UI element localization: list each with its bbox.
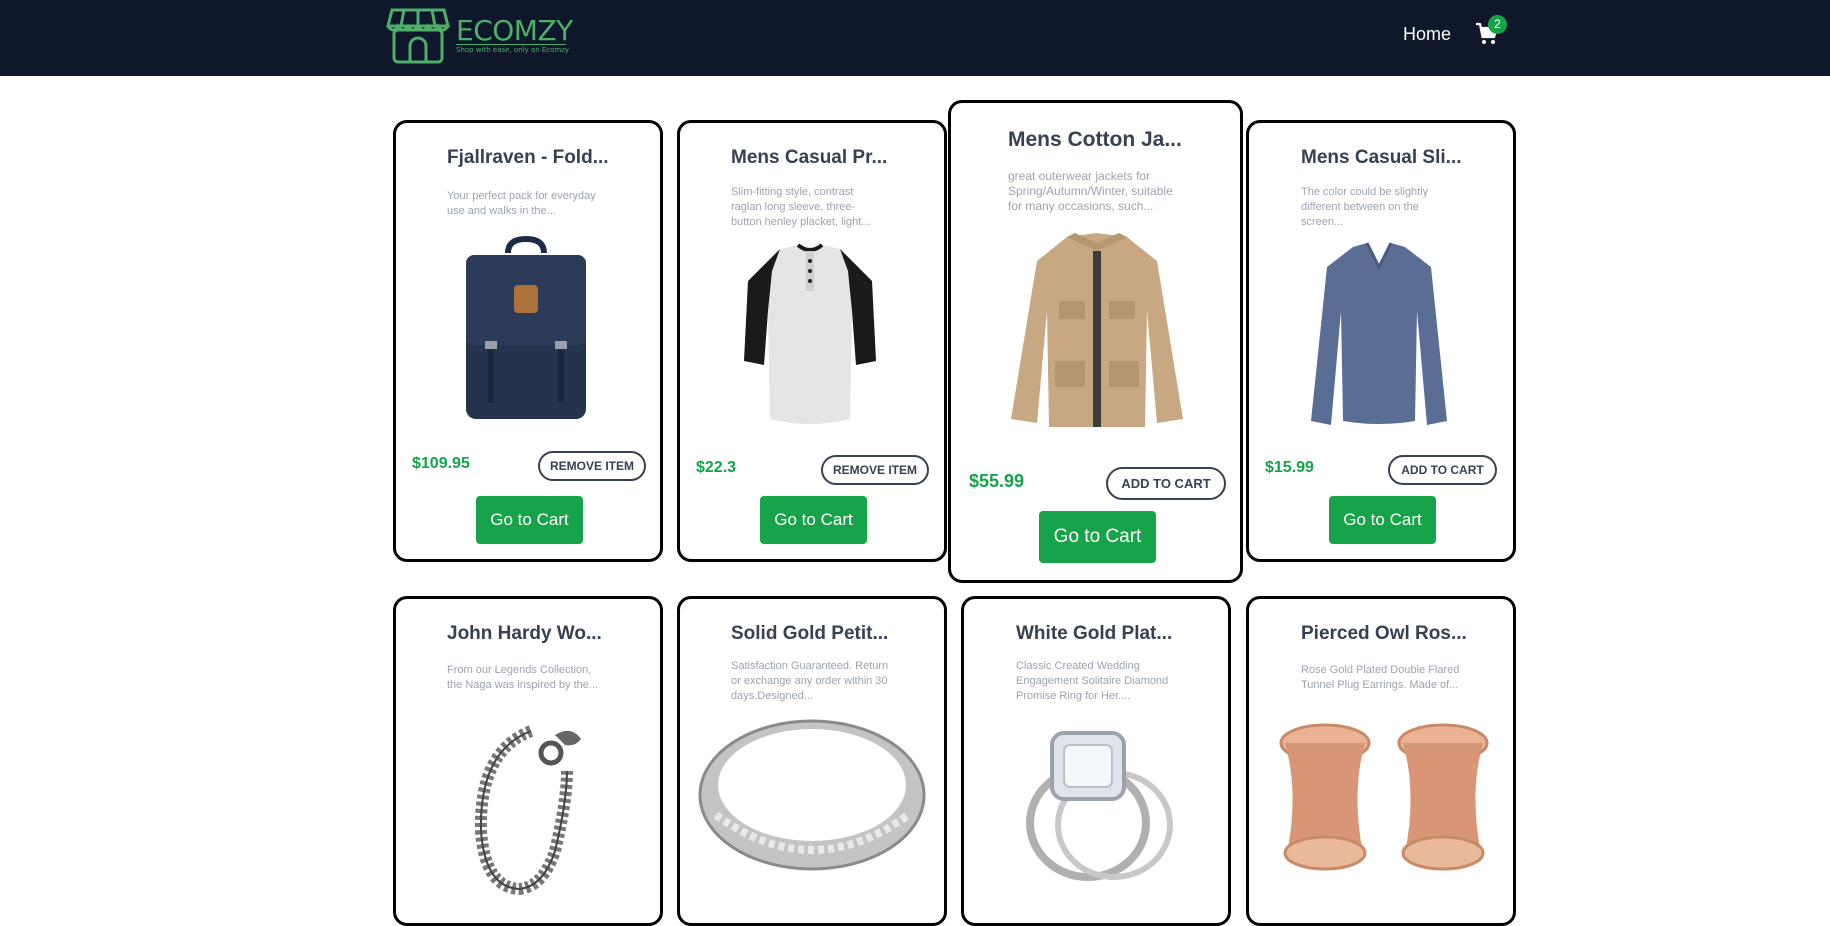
- logo-underline: [456, 44, 566, 45]
- product-description: Satisfaction Guaranteed. Return or excha…: [731, 660, 889, 702]
- product-description: Rose Gold Plated Double Flared Tunnel Pl…: [1301, 664, 1460, 691]
- henley-shirt-image: [744, 243, 876, 424]
- navbar: ECOMZY Shop with ease, only on Ecomzy Ho…: [0, 0, 1830, 76]
- product-description: Your perfect pack for everyday use and w…: [447, 190, 596, 217]
- product-title: Mens Casual Pr...: [731, 147, 888, 168]
- add-to-cart-button[interactable]: ADD TO CART: [1106, 467, 1226, 500]
- product-title: Mens Casual Sli...: [1301, 147, 1462, 168]
- logo-tagline: Shop with ease, only on Ecomzy: [456, 46, 570, 54]
- go-to-cart-button[interactable]: Go to Cart: [760, 496, 867, 544]
- go-to-cart-button[interactable]: Go to Cart: [1039, 511, 1156, 563]
- nav-home-link[interactable]: Home: [1403, 24, 1451, 45]
- product-price: $55.99: [969, 471, 1025, 491]
- product-card[interactable]: Pierced Owl Ros... Rose Gold Plated Doub…: [1246, 596, 1516, 926]
- product-card[interactable]: Mens Casual Sli... The color could be sl…: [1246, 120, 1516, 562]
- product-title: Solid Gold Petit...: [731, 623, 889, 644]
- product-title: White Gold Plat...: [1016, 623, 1173, 644]
- jacket-image: [1011, 233, 1183, 427]
- long-sleeve-tee-image: [1311, 242, 1447, 425]
- product-title: Pierced Owl Ros...: [1301, 623, 1467, 644]
- logo[interactable]: ECOMZY Shop with ease, only on Ecomzy: [386, 6, 573, 66]
- plug-earrings-image: [1279, 723, 1489, 871]
- product-price: $22.3: [696, 459, 737, 476]
- product-title: Mens Cotton Ja...: [1008, 128, 1182, 151]
- go-to-cart-button[interactable]: Go to Cart: [476, 496, 583, 544]
- product-card[interactable]: Fjallraven - Fold... Your perfect pack f…: [393, 120, 663, 562]
- product-description: The color could be slightly different be…: [1301, 186, 1429, 228]
- storefront-icon: [386, 8, 450, 64]
- logo-text: ECOMZY: [456, 14, 573, 47]
- product-card[interactable]: Mens Casual Pr... Slim-fitting style, co…: [677, 120, 947, 562]
- remove-item-button[interactable]: REMOVE ITEM: [821, 455, 929, 485]
- go-to-cart-button[interactable]: Go to Cart: [1329, 496, 1436, 544]
- product-card[interactable]: Mens Cotton Ja... great outerwear jacket…: [948, 100, 1243, 583]
- bracelet-image: [474, 725, 581, 896]
- cart-count-badge: 2: [1488, 15, 1507, 34]
- product-price: $109.95: [412, 455, 470, 472]
- diamond-ring-image: [1026, 731, 1173, 881]
- add-to-cart-button[interactable]: ADD TO CART: [1388, 455, 1497, 485]
- product-description: great outerwear jackets for Spring/Autum…: [1008, 169, 1173, 213]
- product-title: John Hardy Wo...: [447, 623, 602, 644]
- product-card[interactable]: Solid Gold Petit... Satisfaction Guarant…: [677, 596, 947, 926]
- product-title: Fjallraven - Fold...: [447, 147, 609, 168]
- product-description: Classic Created Wedding Engagement Solit…: [1016, 660, 1169, 702]
- product-price: $15.99: [1265, 459, 1314, 476]
- backpack-image: [466, 235, 586, 419]
- product-card[interactable]: John Hardy Wo... From our Legends Collec…: [393, 596, 663, 926]
- product-description: Slim-fitting style, contrast raglan long…: [731, 186, 871, 228]
- silver-ring-image: [698, 719, 926, 871]
- product-description: From our Legends Collection, the Naga wa…: [447, 664, 599, 691]
- product-card[interactable]: White Gold Plat... Classic Created Weddi…: [961, 596, 1231, 926]
- remove-item-button[interactable]: REMOVE ITEM: [538, 451, 646, 481]
